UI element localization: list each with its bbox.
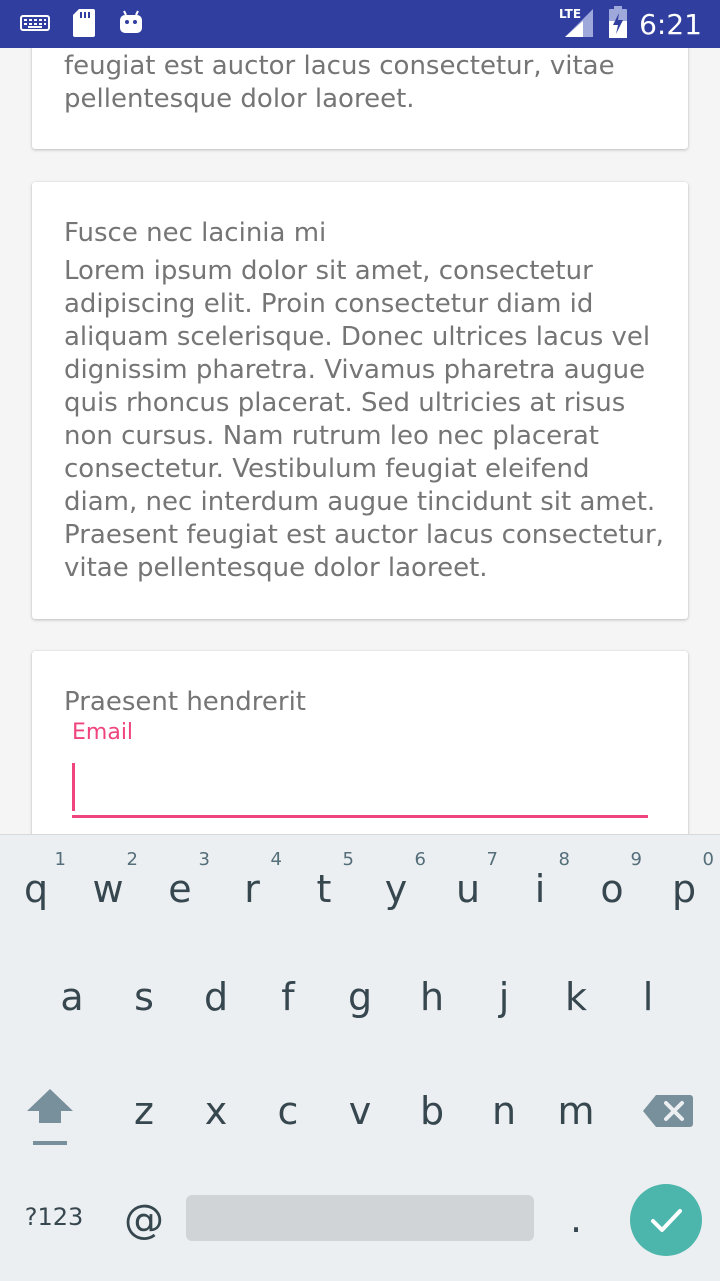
key-f[interactable]: f	[252, 975, 324, 1035]
card-2-body: Lorem ipsum dolor sit amet, consectetur …	[64, 256, 664, 583]
shift-key[interactable]	[14, 1085, 86, 1155]
key-u[interactable]: 7u	[432, 849, 504, 919]
clock: 6:21	[639, 7, 702, 41]
key-x[interactable]: x	[180, 1085, 252, 1145]
key-h[interactable]: h	[396, 975, 468, 1035]
android-icon	[118, 8, 144, 42]
key-y[interactable]: 6y	[360, 849, 432, 919]
at-key[interactable]: @	[108, 1197, 180, 1247]
key-i[interactable]: 8i	[504, 849, 576, 919]
backspace-icon	[643, 1095, 693, 1127]
key-m[interactable]: m	[540, 1085, 612, 1145]
text-cursor	[72, 763, 75, 811]
shift-icon	[27, 1089, 73, 1145]
keyboard-icon	[20, 13, 50, 37]
key-c[interactable]: c	[252, 1085, 324, 1145]
key-o[interactable]: 9o	[576, 849, 648, 919]
done-button[interactable]	[630, 1184, 702, 1256]
soft-keyboard: 1q 2w 3e 4r 5t 6y 7u 8i 9o 0p a s d f g …	[0, 834, 720, 1281]
checkmark-icon	[651, 1209, 682, 1232]
card-1: feugiat est auctor lacus consectetur, vi…	[32, 48, 688, 149]
email-label: Email	[72, 720, 134, 745]
card-3: Praesent hendrerit Email	[32, 651, 688, 834]
key-b[interactable]: b	[396, 1085, 468, 1145]
card-2-title: Fusce nec lacinia mi	[64, 218, 327, 248]
content-scroll[interactable]: feugiat est auctor lacus consectetur, vi…	[0, 48, 720, 834]
symbols-key[interactable]: ?123	[18, 1203, 90, 1243]
key-n[interactable]: n	[468, 1085, 540, 1145]
card-2: Fusce nec lacinia mi Lorem ipsum dolor s…	[32, 182, 688, 619]
key-e[interactable]: 3e	[144, 849, 216, 919]
key-w[interactable]: 2w	[72, 849, 144, 919]
card-3-title: Praesent hendrerit	[64, 687, 306, 717]
key-k[interactable]: k	[540, 975, 612, 1035]
key-q[interactable]: 1q	[0, 849, 72, 919]
key-s[interactable]: s	[108, 975, 180, 1035]
key-t[interactable]: 5t	[288, 849, 360, 919]
card-1-body: feugiat est auctor lacus consectetur, vi…	[64, 51, 615, 114]
key-r[interactable]: 4r	[216, 849, 288, 919]
key-d[interactable]: d	[180, 975, 252, 1035]
key-j[interactable]: j	[468, 975, 540, 1035]
key-p[interactable]: 0p	[648, 849, 720, 919]
signal-icon: LTE	[557, 5, 597, 43]
email-field[interactable]	[78, 763, 638, 811]
key-v[interactable]: v	[324, 1085, 396, 1145]
sd-card-icon	[72, 8, 96, 42]
period-key[interactable]: .	[540, 1197, 612, 1247]
key-g[interactable]: g	[324, 975, 396, 1035]
email-underline	[72, 815, 648, 818]
status-bar: LTE 6:21	[0, 0, 720, 48]
battery-icon	[607, 5, 629, 43]
key-l[interactable]: l	[612, 975, 684, 1035]
spacebar[interactable]	[186, 1195, 534, 1241]
backspace-key[interactable]	[632, 1085, 704, 1145]
key-z[interactable]: z	[108, 1085, 180, 1145]
key-a[interactable]: a	[36, 975, 108, 1035]
network-label: LTE	[559, 7, 581, 21]
